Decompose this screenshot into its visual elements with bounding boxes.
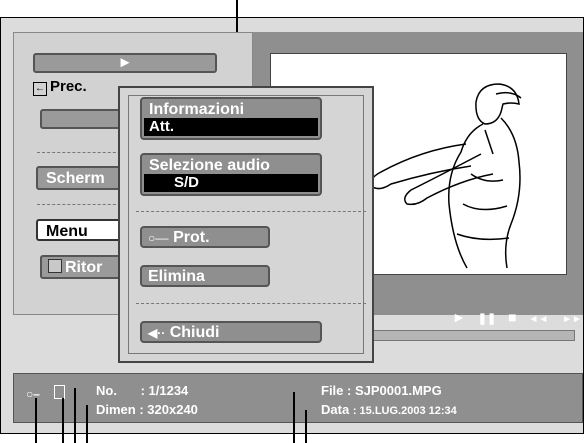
back-arrow-icon: ◀··: [148, 326, 166, 340]
close-label: Chiudi: [169, 324, 220, 341]
callout-line-2: [62, 398, 64, 443]
audio-option-value: S/D: [144, 174, 318, 192]
popup-separator-1: [136, 211, 366, 212]
popup-separator-2: [136, 303, 366, 304]
info-option-value: Att.: [144, 118, 318, 136]
no-label: No.: [96, 383, 117, 398]
no-value: : 1/1234: [140, 383, 189, 398]
info-option-card[interactable]: Informazioni Att.: [140, 97, 322, 140]
return-label: Ritor: [65, 259, 103, 276]
play-button[interactable]: ►: [33, 53, 217, 73]
file-value: : SJP0001.MPG: [347, 383, 442, 398]
data-row: Data : 15.LUG.2003 12:34: [321, 402, 457, 417]
prev-arrow-icon: ←: [33, 82, 47, 96]
callout-line-3: [74, 388, 76, 443]
forward-icon[interactable]: ►►: [562, 314, 582, 325]
home-icon: [48, 259, 62, 273]
info-option-title: Informazioni: [149, 101, 245, 118]
stop-icon[interactable]: ■: [508, 309, 516, 325]
transport-controls: ► ❚❚ ■ ◄◄ ►►: [452, 309, 582, 325]
audio-option-card[interactable]: Selezione audio S/D: [140, 153, 322, 196]
data-value: : 15.LUG.2003 12:34: [352, 405, 457, 417]
data-label: Data: [321, 402, 350, 417]
callout-line-6: [305, 410, 307, 443]
protect-button[interactable]: ○–– Prot.: [140, 226, 270, 248]
dimen-row: Dimen : 320x240: [96, 402, 198, 417]
prev-item[interactable]: ← Prec.: [33, 78, 87, 96]
file-label: File: [321, 383, 344, 398]
file-row: File : SJP0001.MPG: [321, 383, 442, 398]
pause-icon[interactable]: ❚❚: [478, 312, 496, 325]
protect-status-icon: ○–: [26, 387, 40, 401]
close-button[interactable]: ◀·· Chiudi: [140, 321, 322, 343]
film-icon: [54, 385, 65, 399]
no-label-row: No. : 1/1234: [96, 383, 188, 398]
rewind-icon[interactable]: ◄◄: [528, 314, 548, 325]
dimen-label: Dimen: [96, 402, 136, 417]
play-icon[interactable]: ►: [452, 309, 466, 325]
protect-label: Prot.: [173, 229, 210, 246]
callout-line-5: [293, 392, 295, 443]
callout-line-1: [35, 398, 37, 443]
info-bar: ○– No. : 1/1234 Dimen : 320x240 File : S…: [13, 373, 583, 423]
key-icon: ○––: [148, 231, 169, 245]
audio-option-title: Selezione audio: [149, 157, 270, 174]
dimen-value: : 320x240: [139, 402, 198, 417]
callout-line-4: [86, 405, 88, 443]
delete-button[interactable]: Elimina: [140, 265, 270, 287]
prev-label: Prec.: [50, 78, 87, 95]
